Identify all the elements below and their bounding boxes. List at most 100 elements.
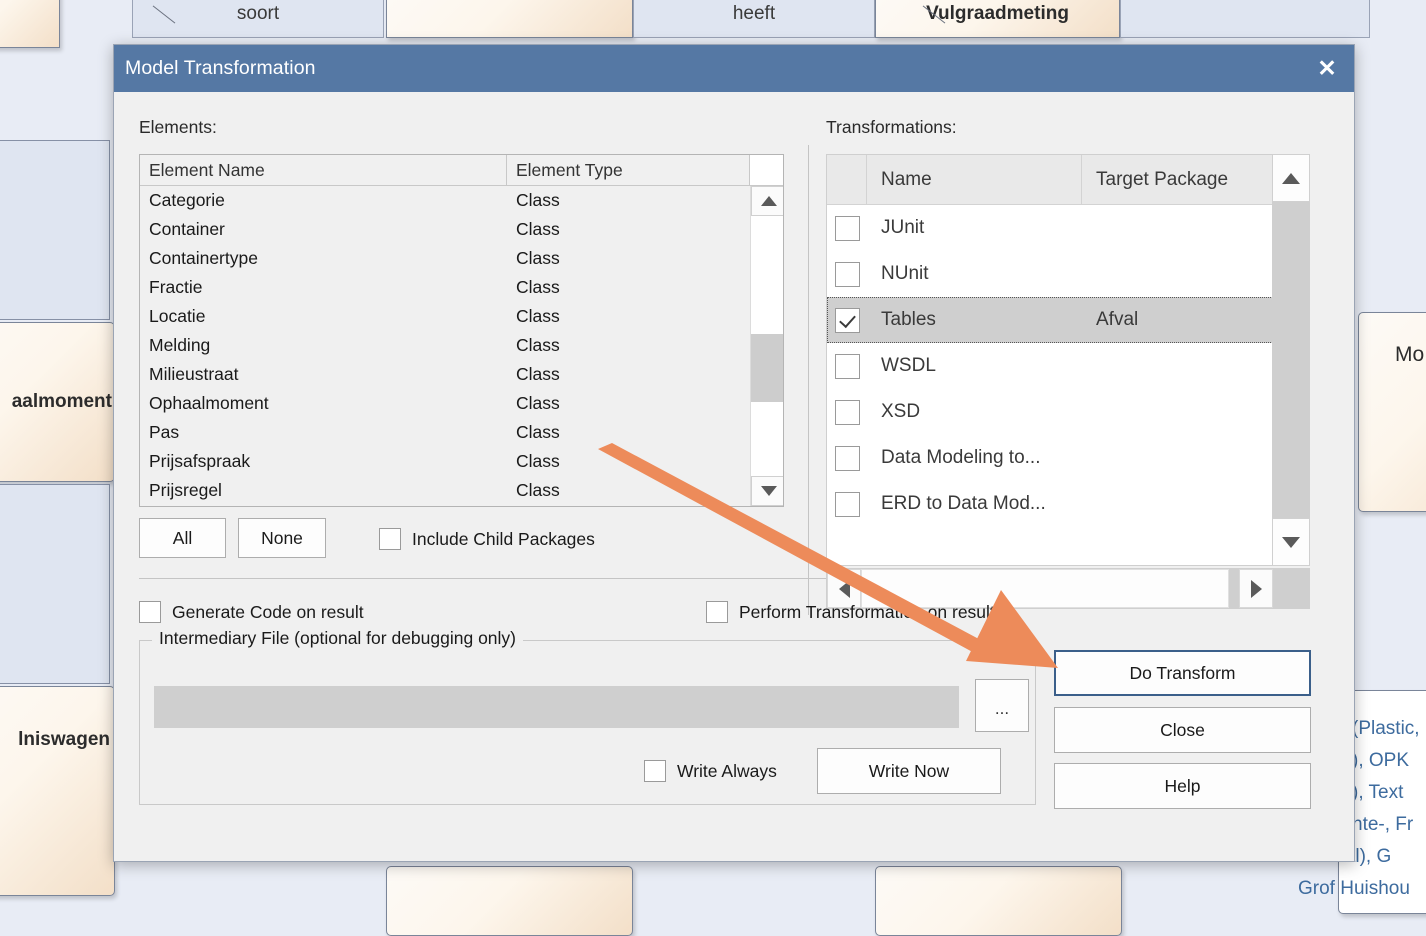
diagram-class-mo: Mo	[1358, 312, 1426, 512]
elements-vertical-scrollbar[interactable]	[750, 186, 783, 506]
table-row[interactable]: ContainerClass	[140, 215, 750, 244]
diagram-shape	[386, 866, 633, 936]
checkbox-label: Include Child Packages	[412, 529, 595, 550]
checkbox-box	[139, 601, 161, 623]
perform-transformation-checkbox[interactable]: Perform Transformation on result	[706, 601, 995, 623]
close-button[interactable]: Close	[1054, 707, 1311, 753]
cell-element-name: Ophaalmoment	[140, 393, 507, 414]
scroll-up-icon[interactable]	[1272, 154, 1310, 202]
generate-code-checkbox[interactable]: Generate Code on result	[139, 601, 364, 623]
checkbox-box	[835, 308, 860, 333]
cell-element-name: Milieustraat	[140, 364, 507, 385]
diagram-shape	[0, 140, 110, 320]
transformation-row[interactable]: NUnit	[827, 251, 1309, 297]
transformation-checkbox[interactable]	[827, 262, 867, 287]
table-row[interactable]: MilieustraatClass	[140, 360, 750, 389]
diagram-shape	[386, 0, 633, 38]
table-row[interactable]: PrijsafspraakClass	[140, 447, 750, 476]
scrollbar-thumb[interactable]	[1272, 202, 1310, 340]
transformation-checkbox[interactable]	[827, 400, 867, 425]
cell-element-name: Categorie	[140, 190, 507, 211]
column-header-name[interactable]: Name	[867, 155, 1082, 204]
transformation-checkbox[interactable]	[827, 308, 867, 333]
cell-element-type: Class	[507, 219, 750, 240]
close-icon[interactable]: ✕	[1304, 47, 1350, 91]
diagram-label: heeft	[733, 3, 775, 25]
help-button[interactable]: Help	[1054, 763, 1311, 809]
scroll-up-icon[interactable]	[751, 186, 783, 216]
table-row[interactable]: MeldingClass	[140, 331, 750, 360]
checkbox-label: Write Always	[677, 761, 777, 782]
include-child-packages-checkbox[interactable]: Include Child Packages	[379, 528, 595, 550]
transformation-row[interactable]: ERD to Data Mod...	[827, 481, 1309, 527]
cell-element-name: Fractie	[140, 277, 507, 298]
diagram-note-line: ), OPK	[1352, 745, 1409, 776]
cell-element-type: Class	[507, 248, 750, 269]
cell-element-type: Class	[507, 451, 750, 472]
table-row[interactable]: FractieClass	[140, 273, 750, 302]
transformation-row[interactable]: WSDL	[827, 343, 1309, 389]
elements-label: Elements:	[139, 117, 217, 138]
checkbox-box	[835, 216, 860, 241]
do-transform-button[interactable]: Do Transform	[1054, 650, 1311, 696]
scrollbar-track[interactable]	[1229, 569, 1239, 608]
elements-table[interactable]: Element Name Element Type CategorieClass…	[139, 154, 784, 507]
scroll-down-icon[interactable]	[751, 476, 783, 506]
diagram-shape	[875, 866, 1122, 936]
cell-element-name: Prijsregel	[140, 480, 507, 501]
diagram-class-vulgraadmeting: Vulgraadmeting	[875, 0, 1120, 38]
cell-element-type: Class	[507, 393, 750, 414]
transformation-checkbox[interactable]	[827, 354, 867, 379]
table-row[interactable]: CategorieClass	[140, 186, 750, 215]
intermediary-file-input[interactable]	[154, 686, 959, 728]
cell-element-type: Class	[507, 480, 750, 501]
table-row[interactable]: PasClass	[140, 418, 750, 447]
checkbox-label: Perform Transformation on result	[739, 602, 995, 623]
transformation-row[interactable]: Data Modeling to...	[827, 435, 1309, 481]
cell-transformation-name: NUnit	[867, 263, 1082, 285]
scroll-right-icon[interactable]	[1239, 569, 1273, 608]
table-row[interactable]: OphaalmomentClass	[140, 389, 750, 418]
transformation-checkbox[interactable]	[827, 492, 867, 517]
cell-element-name: Locatie	[140, 306, 507, 327]
scrollbar-track[interactable]	[1272, 202, 1310, 518]
scrollbar-thumb[interactable]	[751, 334, 783, 402]
transformation-checkbox[interactable]	[827, 446, 867, 471]
diagram-label: soort	[237, 3, 279, 25]
transformation-row[interactable]: JUnit	[827, 205, 1309, 251]
transformations-panel: Name Target Package JUnitNUnitTablesAfva…	[826, 154, 1310, 611]
scroll-down-icon[interactable]	[1272, 518, 1310, 566]
diagram-label: Vulgraadmeting	[926, 3, 1069, 25]
write-now-button[interactable]: Write Now	[817, 748, 1001, 794]
table-row[interactable]: LocatieClass	[140, 302, 750, 331]
table-row[interactable]: PrijsregelClass	[140, 476, 750, 505]
cell-transformation-name: ERD to Data Mod...	[867, 493, 1082, 515]
diagram-note-line: Grof Huishou	[1298, 873, 1410, 904]
column-header-element-name[interactable]: Element Name	[140, 155, 507, 185]
scrollbar-track[interactable]	[751, 216, 783, 476]
table-row[interactable]: ContainertypeClass	[140, 244, 750, 273]
diagram-note-line: nte-, Fr	[1352, 809, 1413, 840]
checkbox-box	[835, 446, 860, 471]
write-always-checkbox[interactable]: Write Always	[644, 760, 777, 782]
cell-element-name: Melding	[140, 335, 507, 356]
select-all-button[interactable]: All	[139, 518, 226, 558]
checkbox-box	[706, 601, 728, 623]
diagram-class-ophaalmoment: aalmoment	[0, 322, 115, 482]
transformations-label: Transformations:	[826, 117, 957, 138]
transformations-table[interactable]: Name Target Package JUnitNUnitTablesAfva…	[826, 154, 1310, 566]
browse-file-button[interactable]: ...	[975, 679, 1029, 732]
cell-transformation-name: Tables	[867, 309, 1082, 331]
cell-transformation-name: Data Modeling to...	[867, 447, 1082, 469]
column-header-blank[interactable]	[750, 155, 783, 185]
transformation-checkbox[interactable]	[827, 216, 867, 241]
transformations-vertical-scrollbar[interactable]	[1272, 154, 1310, 566]
transformation-row[interactable]: TablesAfval	[827, 297, 1309, 343]
select-none-button[interactable]: None	[238, 518, 326, 558]
diagram-label: Mo	[1395, 343, 1424, 367]
transformation-row[interactable]: XSD	[827, 389, 1309, 435]
diagram-note-line: (Plastic,	[1352, 713, 1420, 744]
elements-table-body: CategorieClassContainerClassContainertyp…	[140, 186, 783, 506]
column-header-element-type[interactable]: Element Type	[507, 155, 750, 185]
checkbox-box	[644, 760, 666, 782]
